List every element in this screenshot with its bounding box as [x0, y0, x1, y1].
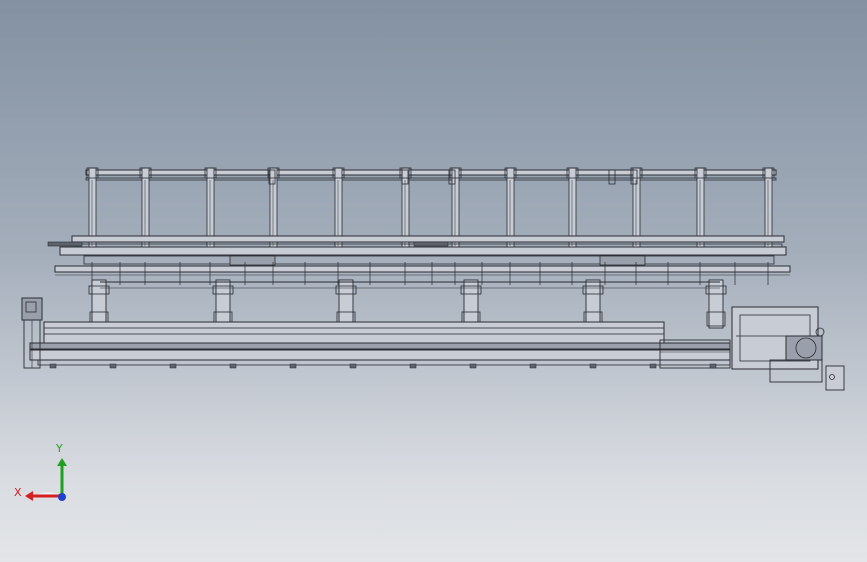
left-drive-motor — [21, 297, 43, 321]
y-axis-arrow-icon — [57, 458, 67, 466]
support-foot — [109, 363, 117, 369]
coordinate-triad: X Y — [14, 442, 67, 501]
roller-station — [585, 279, 601, 329]
long-rail — [54, 265, 791, 273]
support-foot — [709, 363, 717, 369]
support-foot — [229, 363, 237, 369]
roller-station — [338, 279, 354, 329]
guard-top-rail — [85, 169, 777, 176]
triad-x-label: X — [14, 486, 22, 499]
roller-station — [91, 279, 107, 329]
cylinder-rod — [47, 241, 83, 247]
x-axis-arrow-icon — [25, 491, 33, 501]
roller-station — [215, 279, 231, 329]
support-foot — [469, 363, 477, 369]
z-axis-icon — [58, 493, 66, 501]
roller-station — [708, 279, 724, 329]
support-foot — [409, 363, 417, 369]
guard-top-rail-inner — [85, 177, 777, 181]
base-channel — [29, 349, 731, 361]
conveyor-assembly-model — [21, 167, 845, 391]
base-foot-strip — [37, 359, 731, 366]
support-foot — [589, 363, 597, 369]
support-foot — [49, 363, 57, 369]
triad-y-label: Y — [55, 442, 63, 455]
drive-motor — [599, 255, 646, 266]
roller-shaft-band — [83, 255, 775, 265]
support-foot — [649, 363, 657, 369]
right-mount-bracket — [825, 365, 845, 391]
cad-model-viewport[interactable] — [0, 0, 867, 562]
conveyor-bed — [43, 321, 665, 345]
support-foot — [349, 363, 357, 369]
base-beam — [29, 342, 731, 350]
mid-beam-upper — [71, 235, 785, 243]
cylinder-rod — [413, 241, 449, 247]
roller-station — [463, 279, 479, 329]
support-foot — [529, 363, 537, 369]
support-foot — [289, 363, 297, 369]
support-foot — [169, 363, 177, 369]
right-gear-motor — [785, 335, 823, 361]
drive-motor — [229, 255, 276, 266]
conveyor-frame-top — [59, 246, 787, 256]
